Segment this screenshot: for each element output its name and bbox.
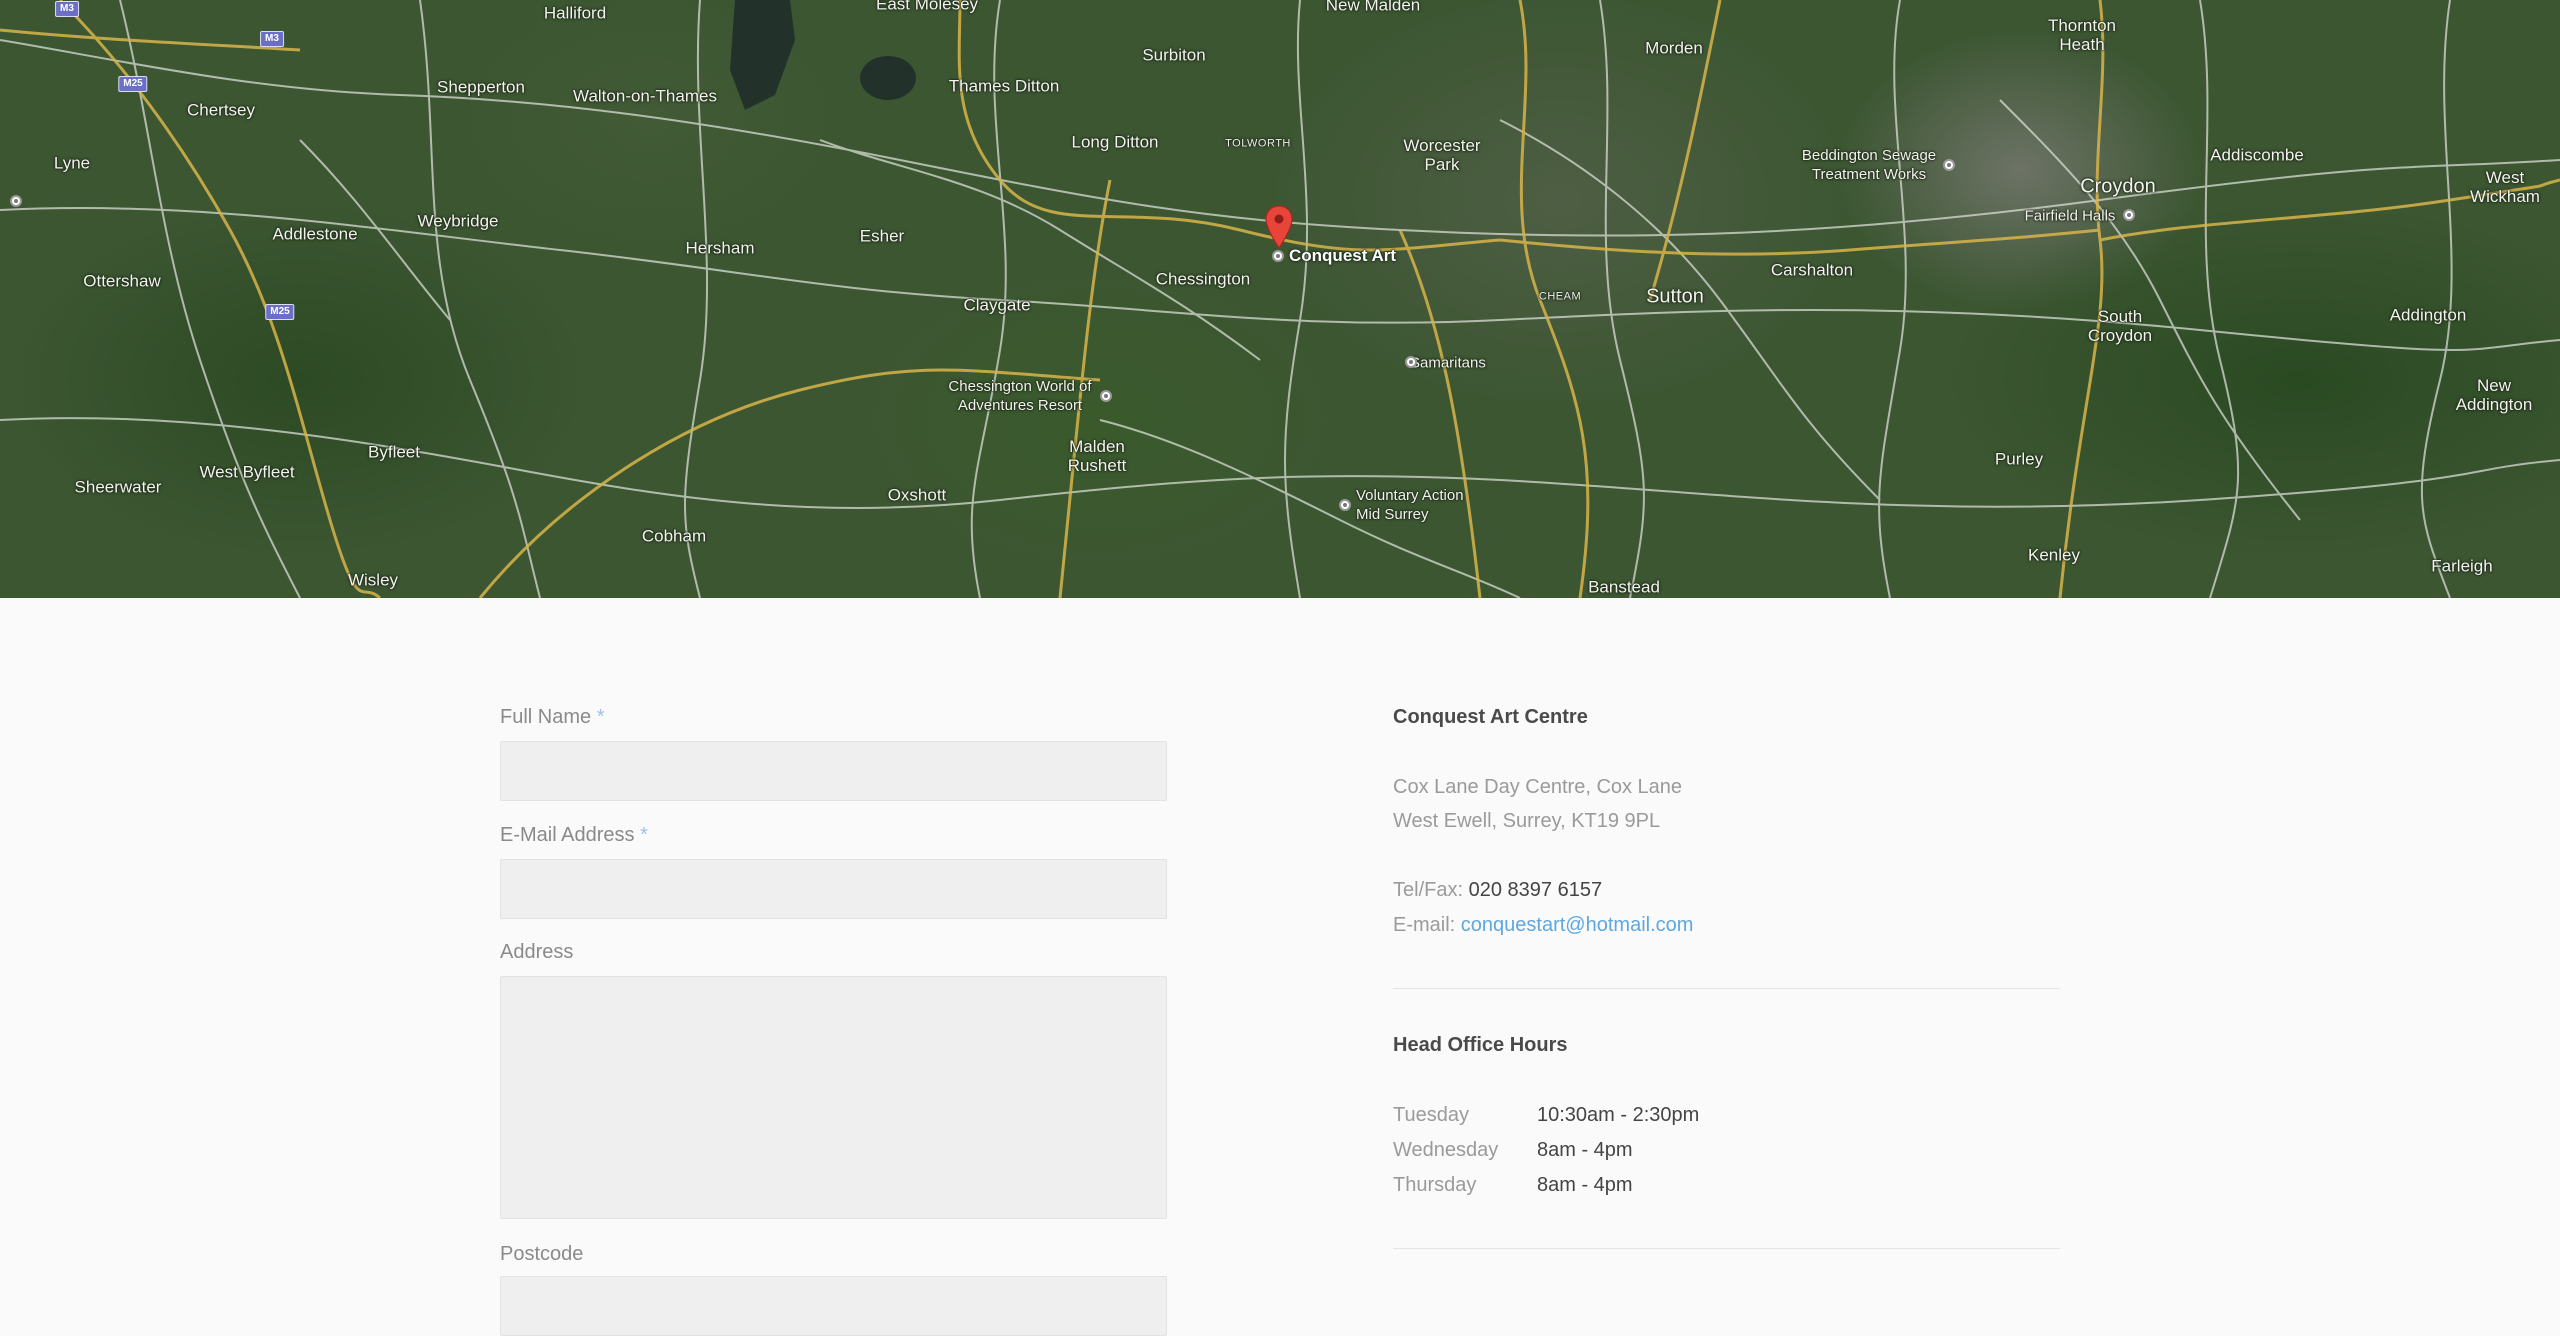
map-label-addington: Addington (2389, 305, 2467, 325)
map-label-banstead: Banstead (1588, 577, 1660, 597)
map-label-weybridge: Weybridge (417, 211, 499, 231)
map-label-purley: Purley (1994, 449, 2044, 469)
poi-icon[interactable] (1100, 390, 1112, 402)
hours-day: Thursday (1393, 1174, 1477, 1196)
map-label-beddington-sewage-works: Beddington Sewage Treatment Works (1801, 147, 1937, 183)
map-label-ottershaw: Ottershaw (83, 271, 161, 291)
tel-row: Tel/Fax: 020 8397 6157 (1393, 879, 1602, 902)
address-label-text: Address (500, 941, 574, 963)
map-label-east-molesey: East Molesey (875, 0, 979, 14)
map-label-wisley: Wisley (347, 570, 399, 590)
map-label-carshalton: Carshalton (1770, 260, 1854, 280)
email-label-text: E-Mail Address (500, 824, 635, 846)
office-hours-title: Head Office Hours (1393, 1034, 1568, 1056)
road-shield-m25: M25 (265, 304, 295, 320)
map-label-hersham: Hersham (685, 238, 755, 258)
hours-day: Wednesday (1393, 1139, 1499, 1161)
address-line-2: West Ewell, Surrey, KT19 9PL (1393, 810, 1661, 832)
map-label-byfleet: Byfleet (368, 442, 420, 462)
map-label-morden: Morden (1645, 38, 1703, 58)
poi-icon[interactable] (1339, 499, 1351, 511)
divider (1393, 1248, 2060, 1249)
map-label-addiscombe: Addiscombe (2210, 145, 2304, 165)
poi-icon[interactable] (2123, 209, 2135, 221)
map-label-lyne: Lyne (53, 153, 91, 173)
tel-value[interactable]: 020 8397 6157 (1469, 879, 1602, 901)
map-label-claygate: Claygate (963, 295, 1031, 315)
full-name-label-text: Full Name (500, 706, 592, 728)
map-label-thornton-heath: Thornton Heath (2047, 16, 2117, 54)
map-label-fairfield-halls: Fairfield Halls (2024, 207, 2116, 225)
map-label-voluntary-action: Voluntary Action Mid Surrey (1356, 487, 1464, 523)
map-label-chessington: Chessington (1155, 269, 1251, 289)
map-label-malden-rushett: Malden Rushett (1067, 437, 1127, 475)
map-label-oxshott: Oxshott (887, 485, 947, 505)
email-info-label: E-mail: (1393, 914, 1456, 936)
hours-time: 8am - 4pm (1537, 1174, 1633, 1196)
map-label-chertsey: Chertsey (186, 100, 256, 120)
hours-time: 10:30am - 2:30pm (1537, 1104, 1700, 1126)
marker-poi-icon (1272, 250, 1284, 262)
map-label-new-malden: New Malden (1325, 0, 1421, 15)
contact-section: Full Name * E-Mail Address * Address Pos… (0, 598, 2560, 1336)
postcode-label-text: Postcode (500, 1243, 584, 1265)
address-field[interactable] (500, 976, 1167, 1219)
map-label-croydon: Croydon (2080, 175, 2156, 198)
email-row: E-mail: conquestart@hotmail.com (1393, 914, 1693, 937)
map-marker-label[interactable]: Conquest Art (1289, 246, 1396, 265)
postcode-label: Postcode (500, 1243, 583, 1266)
map-label-kenley: Kenley (2028, 545, 2080, 565)
road-shield-m3: M3 (260, 31, 284, 47)
map-label-esher: Esher (859, 226, 905, 246)
map-label-worcester-park: Worcester Park (1403, 136, 1481, 174)
email-link[interactable]: conquestart@hotmail.com (1461, 914, 1694, 936)
map-label-farleigh: Farleigh (2431, 556, 2493, 576)
postcode-field[interactable] (500, 1276, 1167, 1336)
map-label-long-ditton: Long Ditton (1071, 132, 1159, 152)
map-label-samaritans: Samaritans (1410, 354, 1486, 372)
map-label-cobham: Cobham (641, 526, 707, 546)
address-line-1: Cox Lane Day Centre, Cox Lane (1393, 776, 1683, 798)
road-shield-m25: M25 (118, 76, 148, 92)
email-label: E-Mail Address * (500, 824, 648, 847)
org-name: Conquest Art Centre (1393, 706, 1588, 728)
poi-icon[interactable] (1405, 356, 1417, 368)
poi-icon[interactable] (1943, 159, 1955, 171)
map-label-halliford: Halliford (543, 3, 607, 23)
location-map[interactable]: M3 M3 M25 M25 East Molesey New Malden Ha… (0, 0, 2560, 598)
tel-label: Tel/Fax: (1393, 879, 1464, 901)
map-label-walton-on-thames: Walton-on-Thames (573, 86, 717, 106)
map-label-surbiton: Surbiton (1142, 45, 1206, 65)
full-name-field[interactable] (500, 741, 1167, 801)
road-shield-m3: M3 (55, 1, 79, 17)
map-label-addlestone: Addlestone (272, 224, 358, 244)
map-label-chessington-world: Chessington World of Adventures Resort (948, 378, 1092, 414)
address-label: Address (500, 941, 573, 964)
email-field[interactable] (500, 859, 1167, 919)
poi-icon[interactable] (10, 195, 22, 207)
map-label-west-byfleet: West Byfleet (199, 462, 295, 482)
hours-time: 8am - 4pm (1537, 1139, 1633, 1161)
hours-day: Tuesday (1393, 1104, 1469, 1126)
map-marker-icon[interactable] (1265, 205, 1293, 249)
map-label-thames-ditton: Thames Ditton (948, 76, 1060, 96)
divider (1393, 988, 2060, 989)
map-label-west-wickham: West Wickham (2470, 168, 2540, 206)
map-label-cheam: CHEAM (1538, 290, 1582, 303)
map-label-tolworth: TOLWORTH (1225, 137, 1291, 150)
map-label-shepperton: Shepperton (437, 77, 525, 97)
required-mark: * (596, 706, 605, 728)
map-label-new-addington: New Addington (2455, 376, 2533, 414)
full-name-label: Full Name * (500, 706, 605, 729)
map-label-sutton: Sutton (1646, 285, 1704, 308)
map-label-sheerwater: Sheerwater (74, 477, 162, 497)
required-mark: * (640, 824, 648, 846)
map-label-south-croydon: South Croydon (2087, 307, 2153, 345)
map-roads (0, 0, 2560, 598)
